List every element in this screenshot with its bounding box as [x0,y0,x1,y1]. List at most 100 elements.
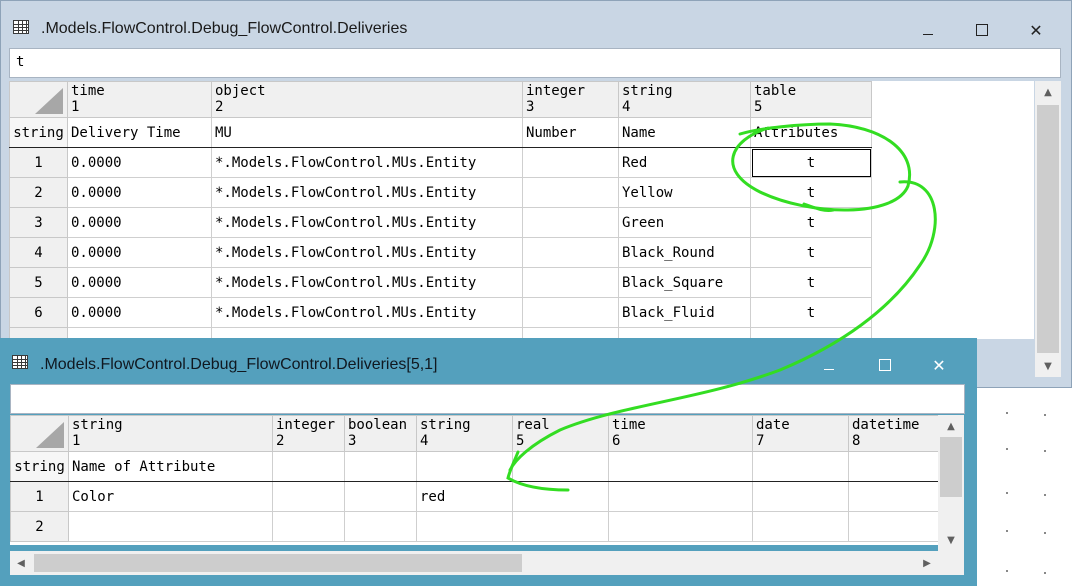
table-cell[interactable]: t [750,297,872,328]
table-cell[interactable]: Green [618,207,751,238]
table-cell[interactable]: Yellow [618,177,751,208]
grid-corner[interactable] [10,415,69,452]
table-cell[interactable] [344,511,417,542]
minimize-button[interactable] [905,15,951,45]
scroll-down-button[interactable]: ▼ [1035,355,1061,377]
column-header[interactable]: real 5 [512,415,609,452]
column-header[interactable]: table 5 [750,81,872,118]
column-header[interactable]: datetime 8 [848,415,938,452]
row-header[interactable]: 1 [9,147,68,178]
table-cell[interactable]: red [416,481,513,512]
close-button[interactable]: ✕ [916,350,962,380]
field-name-cell[interactable] [608,451,753,482]
field-name-cell[interactable]: Number [522,117,619,148]
close-button[interactable]: ✕ [1013,15,1059,45]
field-name-cell[interactable]: Delivery Time [67,117,212,148]
table-cell[interactable] [522,267,619,298]
field-name-cell[interactable] [848,451,938,482]
attributes-subtable-window[interactable]: .Models.FlowControl.Debug_FlowControl.De… [0,338,977,586]
column-header[interactable]: time 1 [67,81,212,118]
table-cell[interactable] [344,481,417,512]
attributes-grid[interactable]: string 1 integer 2 boolean 3 string 4 real 5 … [10,415,938,545]
field-name-cell[interactable] [752,451,849,482]
table-cell[interactable] [512,511,609,542]
table-cell[interactable]: Black_Round [618,237,751,268]
column-header[interactable]: object 2 [211,81,523,118]
table-cell[interactable] [416,511,513,542]
horizontal-scrollbar[interactable]: ◀ ▶ [10,551,938,575]
column-header[interactable]: date 7 [752,415,849,452]
vertical-scrollbar[interactable]: ▲ ▼ [1035,81,1061,377]
column-header[interactable]: integer 2 [272,415,345,452]
field-name-cell[interactable] [272,451,345,482]
table-cell[interactable] [522,297,619,328]
field-name-cell[interactable] [512,451,609,482]
titlebar[interactable]: .Models.FlowControl.Debug_FlowControl.De… [1,1,1071,41]
column-header[interactable]: string 4 [416,415,513,452]
table-cell[interactable] [522,207,619,238]
table-cell[interactable]: *.Models.FlowControl.MUs.Entity [211,267,523,298]
scroll-left-button[interactable]: ◀ [10,551,32,575]
minimize-button[interactable] [806,350,852,380]
table-cell[interactable]: Red [618,147,751,178]
table-cell[interactable]: Black_Fluid [618,297,751,328]
grid-corner[interactable] [9,81,68,118]
table-cell[interactable]: t [750,207,872,238]
table-cell[interactable]: 0.0000 [67,237,212,268]
row-header[interactable]: 5 [9,267,68,298]
row-header[interactable]: 1 [10,481,69,512]
table-cell[interactable]: *.Models.FlowControl.MUs.Entity [211,207,523,238]
field-name-cell[interactable] [416,451,513,482]
table-cell[interactable]: 0.0000 [67,267,212,298]
scroll-up-button[interactable]: ▲ [1035,81,1061,103]
table-cell[interactable] [848,481,938,512]
table-cell[interactable] [752,481,849,512]
table-cell[interactable]: 0.0000 [67,207,212,238]
table-cell[interactable] [522,177,619,208]
table-cell[interactable] [522,147,619,178]
table-cell[interactable]: Black_Square [618,267,751,298]
table-cell-selected[interactable]: t [750,147,872,178]
row-header[interactable]: 4 [9,237,68,268]
table-cell[interactable] [522,237,619,268]
scroll-up-button[interactable]: ▲ [938,415,964,437]
row-header[interactable]: 2 [9,177,68,208]
row-header-type[interactable]: string [10,451,69,482]
field-name-cell[interactable]: MU [211,117,523,148]
table-cell[interactable]: *.Models.FlowControl.MUs.Entity [211,297,523,328]
table-cell[interactable] [68,511,273,542]
scroll-thumb[interactable] [940,437,962,497]
deliveries-grid[interactable]: time 1 object 2 integer 3 string 4 table 5 st… [9,81,1034,339]
cell-entry-field[interactable]: t [9,48,1061,78]
scroll-right-button[interactable]: ▶ [916,551,938,575]
titlebar[interactable]: .Models.FlowControl.Debug_FlowControl.De… [0,338,977,388]
field-name-cell[interactable] [344,451,417,482]
table-cell[interactable]: t [750,267,872,298]
table-cell[interactable]: *.Models.FlowControl.MUs.Entity [211,237,523,268]
table-cell[interactable] [848,511,938,542]
column-header[interactable]: string 1 [68,415,273,452]
row-header[interactable]: 2 [10,511,69,542]
maximize-button[interactable] [959,15,1005,45]
table-cell[interactable] [608,511,753,542]
table-cell[interactable]: Color [68,481,273,512]
table-cell[interactable]: 0.0000 [67,147,212,178]
scroll-thumb[interactable] [1037,105,1059,353]
deliveries-window[interactable]: .Models.FlowControl.Debug_FlowControl.De… [0,0,1072,388]
vertical-scrollbar[interactable]: ▲ ▼ [938,415,964,551]
table-cell[interactable] [608,481,753,512]
table-cell[interactable]: t [750,177,872,208]
table-cell[interactable]: *.Models.FlowControl.MUs.Entity [211,147,523,178]
column-header[interactable]: boolean 3 [344,415,417,452]
table-cell[interactable] [752,511,849,542]
column-header[interactable]: time 6 [608,415,753,452]
field-name-cell[interactable]: Name of Attribute [68,451,273,482]
field-name-cell[interactable]: Attributes [750,117,872,148]
table-cell[interactable]: t [750,237,872,268]
table-cell[interactable]: *.Models.FlowControl.MUs.Entity [211,177,523,208]
scroll-down-button[interactable]: ▼ [938,529,964,551]
table-cell[interactable] [272,481,345,512]
maximize-button[interactable] [862,350,908,380]
scroll-thumb[interactable] [34,554,522,572]
cell-entry-field[interactable] [10,384,965,414]
